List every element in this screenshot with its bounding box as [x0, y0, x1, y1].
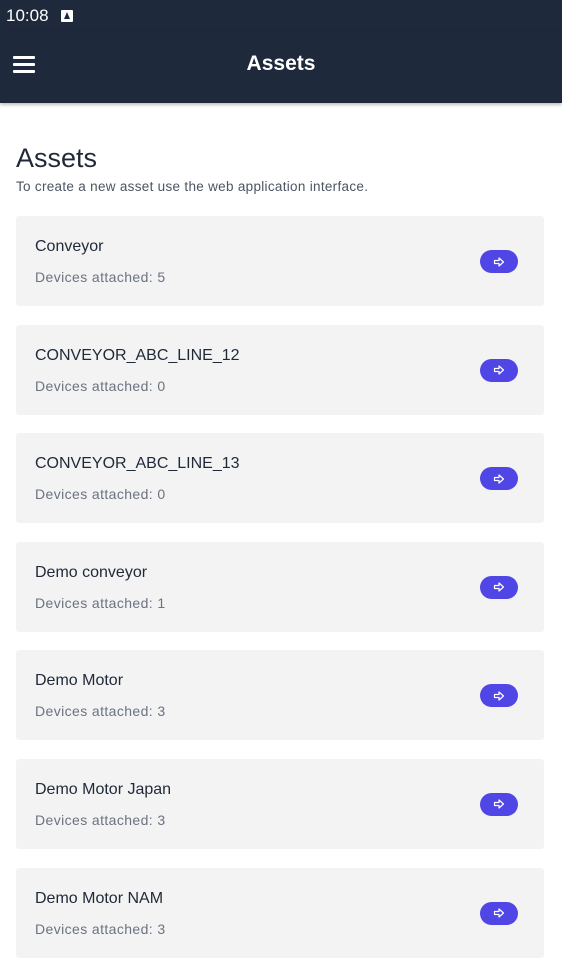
open-asset-button[interactable]	[480, 467, 518, 491]
asset-devices-count: Devices attached: 3	[35, 811, 166, 828]
open-asset-button[interactable]	[480, 901, 518, 925]
asset-name: Conveyor	[35, 238, 104, 255]
arrow-right-icon	[493, 908, 505, 918]
open-asset-button[interactable]	[480, 792, 518, 816]
app-bar: Assets	[0, 32, 562, 103]
arrow-right-icon	[493, 474, 505, 484]
asset-name: CONVEYOR_ABC_LINE_12	[35, 346, 240, 364]
app-bar-title: Assets	[246, 52, 316, 75]
asset-list: Conveyor Devices attached: 5 CONVEYOR_AB…	[16, 216, 544, 976]
asset-devices-count: Devices attached: 3	[35, 920, 166, 937]
asset-card[interactable]: CONVEYOR_ABC_LINE_12 Devices attached: 0	[16, 324, 544, 415]
asset-card[interactable]: Demo Motor Japan Devices attached: 3	[16, 758, 544, 849]
arrow-right-icon	[493, 582, 505, 592]
asset-devices-count: Devices attached: 0	[35, 486, 166, 503]
asset-card[interactable]: Demo conveyor Devices attached: 1	[16, 541, 544, 632]
asset-devices-count: Devices attached: 0	[35, 377, 166, 394]
asset-name: Demo Motor Japan	[35, 780, 172, 798]
arrow-right-icon	[493, 799, 505, 810]
asset-card[interactable]: Conveyor Devices attached: 5	[16, 216, 544, 306]
page-subtitle: To create a new asset use the web applic…	[16, 179, 369, 194]
asset-name: Demo conveyor	[35, 563, 148, 581]
arrow-right-icon	[493, 691, 505, 701]
asset-devices-count: Devices attached: 1	[35, 594, 166, 611]
status-time: 10:08	[6, 6, 49, 25]
asset-devices-count: Devices attached: 3	[35, 703, 166, 720]
asset-name: Demo Motor	[35, 672, 124, 690]
asset-card[interactable]: CONVEYOR_ABC_LINE_13 Devices attached: 0	[16, 433, 544, 524]
asset-name: Demo Motor NAM	[35, 889, 164, 907]
open-asset-button[interactable]	[480, 250, 518, 273]
page-title: Assets	[16, 143, 98, 173]
open-asset-button[interactable]	[480, 575, 518, 599]
asset-name: CONVEYOR_ABC_LINE_13	[35, 455, 240, 473]
asset-card[interactable]: Demo Motor Devices attached: 3	[16, 650, 544, 741]
arrow-right-icon	[493, 256, 505, 267]
asset-card[interactable]: Demo Motor NAM Devices attached: 3	[16, 867, 544, 958]
asset-devices-count: Devices attached: 5	[35, 269, 166, 285]
notification-icon	[60, 10, 73, 22]
status-bar: 10:08	[0, 0, 562, 32]
arrow-right-icon	[493, 365, 505, 375]
open-asset-button[interactable]	[480, 684, 518, 708]
open-asset-button[interactable]	[480, 358, 518, 382]
